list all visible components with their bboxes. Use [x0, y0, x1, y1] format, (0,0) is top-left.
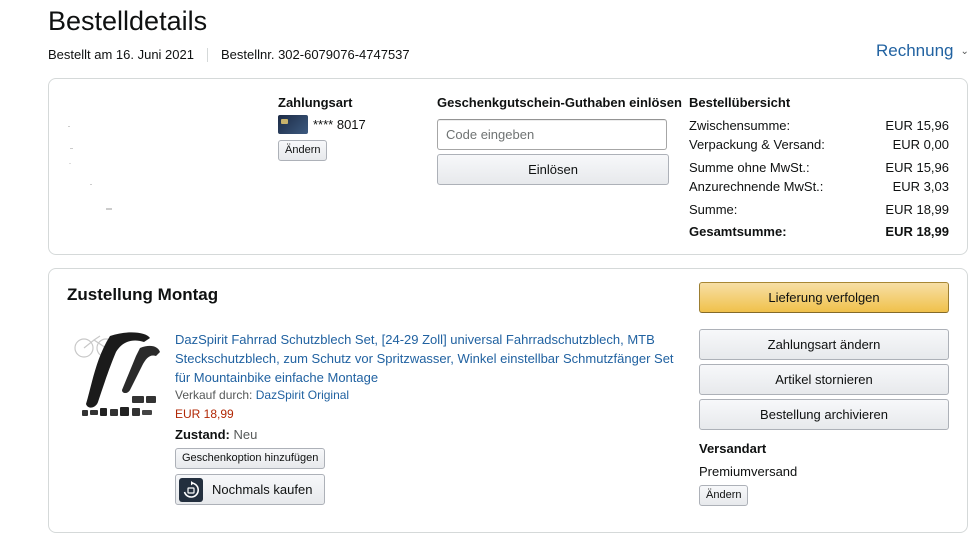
condition-label: Zustand:	[175, 427, 230, 442]
invoice-label: Rechnung	[876, 41, 954, 60]
buy-again-icon	[179, 477, 203, 502]
summary-total-label: Gesamtsumme:	[689, 224, 787, 239]
gift-code-input[interactable]	[437, 119, 667, 150]
seller-line: Verkauf durch: DazSpirit Original	[175, 388, 349, 402]
change-shipping-button[interactable]: Ändern	[699, 485, 749, 506]
buy-again-label: Nochmals kaufen	[212, 482, 313, 497]
condition-value: Neu	[233, 427, 258, 442]
summary-label: Verpackung & Versand:	[689, 137, 825, 152]
shipment-heading: Zustellung Montag	[67, 285, 219, 304]
condition-line: Zustand: Neu	[175, 427, 257, 442]
summary-total-value: EUR 18,99	[885, 224, 949, 239]
summary-row: Summe ohne MwSt.: EUR 15,96	[689, 160, 949, 175]
track-package-button[interactable]: Lieferung verfolgen	[699, 282, 949, 313]
summary-label: Zwischensumme:	[689, 118, 791, 133]
card-number: **** 8017	[313, 117, 366, 132]
summary-label: Summe:	[689, 202, 738, 217]
summary-row: Summe: EUR 18,99	[689, 202, 949, 217]
chevron-down-icon: ⌄	[960, 45, 969, 57]
summary-value: EUR 18,99	[885, 202, 949, 217]
invoice-dropdown[interactable]: Rechnung ⌄	[876, 41, 969, 61]
cancel-items-button[interactable]: Artikel stornieren	[699, 364, 949, 395]
change-payment-small-button[interactable]: Ändern	[278, 140, 328, 161]
payment-heading: Zahlungsart	[278, 95, 353, 110]
order-meta: Bestellt am 16. Juni 2021 Bestellnr. 302…	[48, 47, 410, 62]
product-image[interactable]	[70, 328, 164, 418]
summary-row: Anzurechnende MwSt.: EUR 3,03	[689, 179, 949, 194]
order-number: Bestellnr. 302-6079076-4747537	[220, 47, 410, 62]
product-title-link[interactable]: DazSpirit Fahrrad Schutzblech Set, [24-2…	[175, 330, 675, 387]
summary-heading: Bestellübersicht	[689, 95, 791, 110]
gift-card-heading: Geschenkgutschein-Guthaben einlösen	[437, 95, 682, 110]
summary-label: Anzurechnende MwSt.:	[689, 179, 824, 194]
product-price: EUR 18,99	[175, 407, 234, 421]
payment-method: **** 8017	[278, 115, 366, 134]
fender-image-icon	[74, 332, 160, 416]
credit-card-icon	[278, 115, 308, 134]
summary-value: EUR 3,03	[892, 179, 949, 194]
add-gift-option-button[interactable]: Geschenkoption hinzufügen	[175, 448, 326, 469]
shipping-address-redacted	[62, 118, 142, 218]
change-payment-button[interactable]: Zahlungsart ändern	[699, 329, 949, 360]
redeem-button[interactable]: Einlösen	[437, 154, 669, 185]
summary-value: EUR 15,96	[885, 160, 949, 175]
buy-again-button[interactable]: Nochmals kaufen	[175, 474, 325, 505]
summary-label: Summe ohne MwSt.:	[689, 160, 810, 175]
summary-value: EUR 15,96	[885, 118, 949, 133]
summary-row: Zwischensumme: EUR 15,96	[689, 118, 949, 133]
meta-divider	[206, 47, 208, 62]
summary-value: EUR 0,00	[892, 137, 949, 152]
shipping-method-value: Premiumversand	[699, 464, 798, 479]
page-title: Bestelldetails	[48, 6, 208, 36]
seller-link[interactable]: DazSpirit Original	[256, 388, 349, 402]
sold-by-label: Verkauf durch:	[175, 388, 253, 402]
archive-order-button[interactable]: Bestellung archivieren	[699, 399, 949, 430]
shipping-method-heading: Versandart	[699, 441, 767, 456]
summary-row: Verpackung & Versand: EUR 0,00	[689, 137, 949, 152]
order-date: Bestellt am 16. Juni 2021	[48, 47, 194, 62]
summary-total-row: Gesamtsumme: EUR 18,99	[689, 224, 949, 239]
